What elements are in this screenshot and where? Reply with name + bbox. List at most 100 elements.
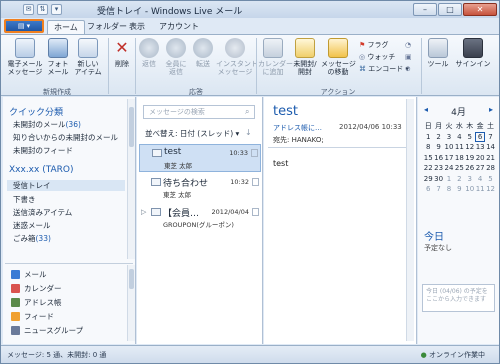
calendar-day[interactable]: 3 [444,132,454,143]
reply-button[interactable]: 返信 [137,38,161,68]
flag-button[interactable]: ⚑ フラグ [359,41,389,50]
calendar-day[interactable]: 22 [423,163,433,174]
calendar-day[interactable]: 3 [465,174,475,185]
calendar-day[interactable]: 5 [465,132,475,143]
find-icon[interactable]: ◔ [405,41,411,50]
flag-icon[interactable] [252,208,259,216]
blocked-icon[interactable]: ⊘ [405,65,411,74]
new-email-button[interactable]: 電子メール メッセージ [7,38,43,76]
message-row[interactable]: test 東芝 太郎 10:33 [139,144,261,172]
calendar-day[interactable]: 17 [444,153,454,164]
nav-item-newsgroups[interactable]: ニュースグループ [11,325,83,336]
tab-home[interactable]: ホーム [47,20,85,34]
message-row[interactable]: 待ち合わせ 東芝 太郎 10:32 [139,174,261,202]
instant-message-button[interactable]: インスタント メッセージ [216,38,258,76]
folder-scrollbar[interactable] [127,99,135,259]
folder-item-sent[interactable]: 送信済みアイテム [13,207,72,218]
calendar-day[interactable]: 30 [433,174,443,185]
calendar-day[interactable]: 19 [465,153,475,164]
nav-item-feeds[interactable]: フィード [11,311,54,322]
account-heading[interactable]: Xxx.xx (TARO) [9,165,74,175]
signin-button[interactable]: サインイン [453,38,493,68]
search-input[interactable]: メッセージの検索 [143,105,255,119]
arrow-down-icon[interactable]: ↓ [245,128,252,137]
folder-item[interactable]: 未開封のメール(36) [13,119,81,130]
calendar-day[interactable]: 25 [454,163,464,174]
calendar-day[interactable]: 16 [433,153,443,164]
calendar-day[interactable]: 11 [475,184,485,195]
calendar-day[interactable]: 24 [444,163,454,174]
delete-button[interactable]: ✕ 削除 [111,38,133,68]
calendar-day[interactable]: 10 [465,184,475,195]
reading-scrollbar[interactable] [406,99,414,341]
status-online[interactable]: ● オンライン作業中 [421,350,485,360]
calendar-day[interactable]: 23 [433,163,443,174]
calendar-day[interactable]: 29 [423,174,433,185]
next-month-icon[interactable]: ▸ [489,105,493,114]
calendar-day[interactable]: 6 [474,131,486,142]
calendar-day[interactable]: 20 [475,153,485,164]
calendar-day[interactable]: 1 [423,132,433,143]
calendar-day[interactable]: 2 [433,132,443,143]
nav-scrollbar[interactable] [127,265,135,341]
calendar-day[interactable]: 5 [485,174,495,185]
calendar-day[interactable]: 26 [465,163,475,174]
move-message-button[interactable]: メッセージ の移動 [321,38,356,76]
add-to-calendar-button[interactable]: カレンダー に追加 [258,38,293,76]
calendar-day[interactable]: 7 [485,132,495,143]
calendar-day[interactable]: 21 [485,153,495,164]
forward-button[interactable]: 転送 [191,38,215,68]
calendar-day[interactable]: 18 [454,153,464,164]
nav-item-contacts[interactable]: アドレス帳 [11,297,62,308]
maximize-button[interactable]: □ [438,3,462,16]
expand-icon[interactable]: ▷ [141,208,146,216]
nav-item-mail[interactable]: メール [11,269,47,280]
calendar-day[interactable]: 9 [454,184,464,195]
calendar-day[interactable]: 28 [485,163,495,174]
app-menu-button[interactable]: ▤ ▾ [4,19,44,33]
flag-icon[interactable] [251,149,258,157]
calendar-day[interactable]: 27 [475,163,485,174]
today-event-input[interactable]: 今日 (04/06) の予定をここから入力できます [422,284,495,312]
calendar-day[interactable]: 8 [444,184,454,195]
scroll-thumb[interactable] [129,269,134,289]
flag-icon[interactable] [252,178,259,186]
folder-item[interactable]: 未開封のフィード [13,145,73,156]
calendar-day[interactable]: 13 [475,142,485,153]
new-items-button[interactable]: 新しい アイテム [72,38,104,76]
close-button[interactable]: ✕ [463,3,497,16]
watch-button[interactable]: ◎ ウォッチ [359,53,395,62]
tab-account[interactable]: アカウント [153,20,205,34]
encode-button[interactable]: ⌘ エンコード ▾ [359,65,409,74]
calendar-day[interactable]: 12 [465,142,475,153]
calendar-day[interactable]: 2 [454,174,464,185]
new-message-icon[interactable]: ✉ [23,4,34,15]
message-row[interactable]: ▷ 【会員… GROUPON(グルーポン) 2012/04/04 [139,204,261,232]
calendar-day[interactable]: 6 [423,184,433,195]
calendar-day[interactable]: 15 [423,153,433,164]
calendar-day[interactable]: 4 [454,132,464,143]
calendar-day[interactable]: 9 [433,142,443,153]
minimize-button[interactable]: – [413,3,437,16]
folder-item[interactable]: 知り合いからの未開封のメール [13,132,118,143]
folder-item-trash[interactable]: ごみ箱(33) [13,233,51,244]
calendar-day[interactable]: 12 [485,184,495,195]
calendar-day[interactable]: 7 [433,184,443,195]
photo-email-button[interactable]: フォト メール [45,38,71,76]
quick-views-heading[interactable]: クイック分類 [9,105,63,118]
folder-item-junk[interactable]: 迷惑メール [13,220,51,231]
reply-all-button[interactable]: 全員に 返信 [162,38,190,76]
sort-dropdown[interactable]: 並べ替え: 日付 (スレッド) ▾ [145,128,239,139]
send-receive-icon[interactable]: ⇅ [37,4,48,15]
calendar-day[interactable]: 11 [454,142,464,153]
unread-read-button[interactable]: 未開封/ 開封 [290,38,320,76]
folder-item-inbox[interactable]: 受信トレイ [7,180,125,191]
tools-button[interactable]: ツール [424,38,452,68]
folder-item-drafts[interactable]: 下書き [13,194,36,205]
search-icon[interactable]: ⌕ [245,107,249,117]
chevron-down-icon[interactable]: ▾ [51,4,62,15]
nav-item-calendar[interactable]: カレンダー [11,283,62,294]
calendar-day[interactable]: 1 [444,174,454,185]
print-icon[interactable]: ▣ [405,53,412,62]
scroll-thumb[interactable] [129,107,134,147]
